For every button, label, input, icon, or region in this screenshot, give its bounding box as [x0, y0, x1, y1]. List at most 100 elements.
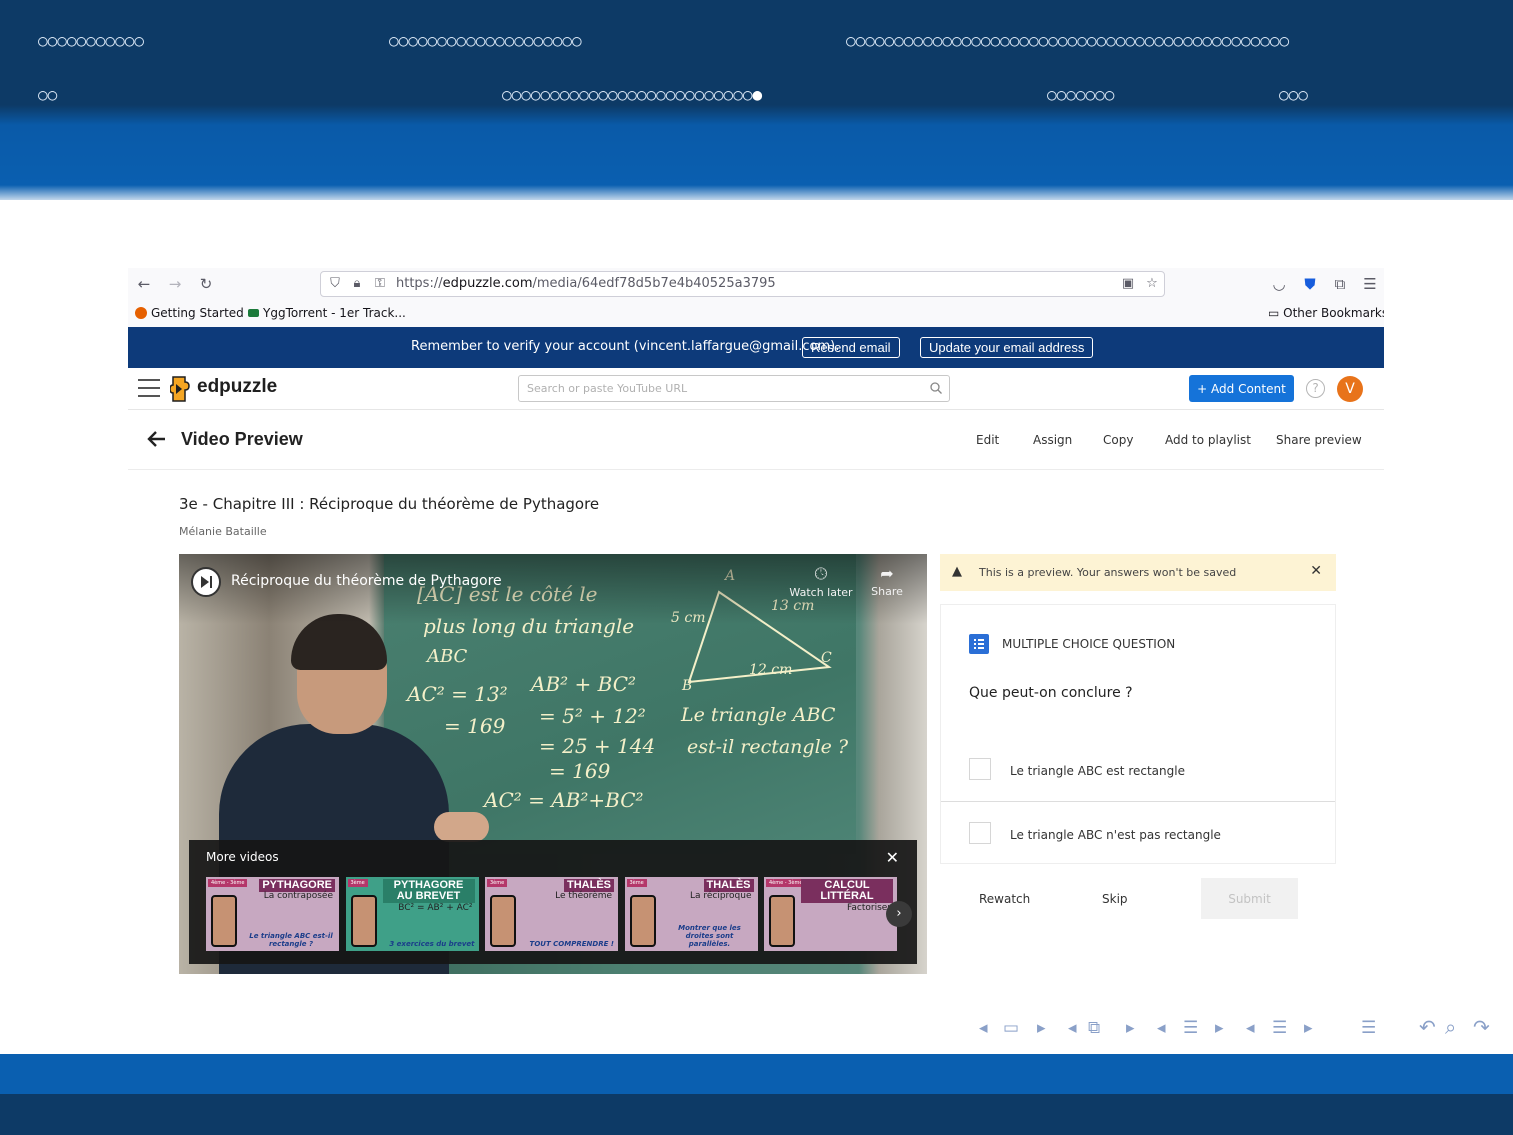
verify-message: Remember to verify your account (vincent… — [411, 339, 840, 354]
warning-icon: ▲ — [952, 564, 962, 579]
document-next-icon[interactable]: ▸ — [1304, 1018, 1313, 1038]
other-bookmarks[interactable]: ▭ Other Bookmarks — [1268, 306, 1384, 320]
rewatch-button[interactable]: Rewatch — [979, 892, 1030, 906]
subsection-next-icon[interactable]: ▸ — [1126, 1018, 1135, 1038]
browser-screenshot: ← → ↻ ⛉ 🔒︎ ⚿ https://edpuzzle.com/media/… — [128, 268, 1384, 980]
resend-email-button[interactable]: Resend email — [802, 337, 900, 358]
url-bar[interactable]: ⛉ 🔒︎ ⚿ https://edpuzzle.com/media/64edf7… — [320, 271, 1165, 297]
help-icon[interactable]: ? — [1306, 379, 1325, 398]
section-nav-dots[interactable]: ○○ — [38, 85, 57, 104]
video-thumbnail[interactable]: 3ème PYTHAGORE AU BREVET BC² = AB² + AC² 3 … — [345, 877, 479, 951]
permissions-icon[interactable]: ⚿ — [371, 275, 389, 293]
section-next-icon[interactable]: ▸ — [1215, 1018, 1224, 1038]
section-icon[interactable]: ☰ — [1183, 1018, 1198, 1038]
shield-icon[interactable]: ⛉ — [326, 275, 344, 293]
bitwarden-icon[interactable]: ⛊ — [1300, 274, 1320, 294]
channel-logo-icon[interactable] — [191, 567, 221, 597]
url-host: edpuzzle.com — [442, 276, 533, 291]
url-text[interactable]: https://edpuzzle.com/media/64edf78d5b7e4… — [396, 276, 776, 291]
thumbnail-subtitle: BC² = AB² + AC² — [398, 903, 473, 913]
slide-footer-band — [0, 1054, 1513, 1094]
reload-icon[interactable]: ↻ — [196, 274, 216, 294]
current-frame-dot[interactable]: ● — [752, 85, 762, 104]
search-box[interactable] — [518, 375, 950, 402]
subsection-icon[interactable]: ⧉ — [1088, 1018, 1100, 1038]
answer-option-label[interactable]: Le triangle ABC est rectangle — [1010, 764, 1185, 778]
youtube-video-title[interactable]: Réciproque du théorème de Pythagore — [231, 573, 502, 589]
share-preview-button[interactable]: Share preview — [1276, 433, 1362, 447]
document-icon[interactable]: ☰ — [1272, 1018, 1287, 1038]
share-button[interactable]: ➦ Share — [852, 564, 922, 598]
chevron-right-icon[interactable]: › — [886, 901, 912, 927]
menu-icon[interactable]: ☰ — [1360, 274, 1380, 294]
document-prev-icon[interactable]: ◂ — [1246, 1018, 1255, 1038]
pocket-icon[interactable]: ◡ — [1269, 274, 1289, 294]
bookmark-label: Getting Started — [151, 306, 244, 320]
phone-icon — [629, 895, 656, 947]
hamburger-menu-icon[interactable] — [138, 379, 160, 399]
back-icon[interactable]: ← — [134, 274, 154, 294]
submit-button[interactable]: Submit — [1201, 878, 1298, 919]
watch-later-button[interactable]: 🕓︎ Watch later — [786, 564, 856, 599]
forward-icon[interactable]: ↷ — [1473, 1015, 1490, 1039]
section-nav-dots[interactable]: ○○○○○○○○○○○○○○○○○○○○○○○○○○● — [502, 85, 762, 104]
back-arrow-icon[interactable] — [146, 428, 168, 450]
phone-icon — [350, 895, 377, 947]
answer-option-label[interactable]: Le triangle ABC n'est pas rectangle — [1010, 828, 1221, 842]
avatar[interactable]: V — [1337, 376, 1363, 402]
forward-icon[interactable]: → — [165, 274, 185, 294]
skip-button[interactable]: Skip — [1102, 892, 1128, 906]
thumbnail-subtitle: Factoriser — [847, 903, 891, 913]
assign-button[interactable]: Assign — [1033, 433, 1072, 447]
thumbnail-title: PYTHAGORE AU BREVET — [382, 879, 475, 903]
copy-button[interactable]: Copy — [1103, 433, 1133, 447]
frame-icon[interactable]: ▭ — [1003, 1018, 1019, 1038]
extensions-icon[interactable]: ⧉ — [1330, 274, 1350, 294]
video-author[interactable]: Mélanie Bataille — [179, 525, 267, 538]
section-nav-dots[interactable]: ○○○○○○○○○○○○○○○○○○○○○○○○○○○○○○○○○○○○○○○○… — [846, 31, 1289, 50]
section-nav-dots[interactable]: ○○○○○○○○○○○○○○○○○○○○ — [389, 31, 582, 50]
toc-icon[interactable]: ☰ — [1361, 1018, 1376, 1038]
video-player[interactable]: [AC] est le côté le plus long du triangl… — [179, 554, 927, 974]
section-nav-dots[interactable]: ○○○ — [1279, 85, 1308, 104]
frame-next-icon[interactable]: ▸ — [1037, 1018, 1046, 1038]
bookmark-star-icon[interactable]: ☆ — [1143, 275, 1161, 293]
edit-button[interactable]: Edit — [976, 433, 999, 447]
lock-icon[interactable]: 🔒︎ — [348, 275, 366, 293]
video-thumbnail[interactable]: 3ème THALÈS Le théorème TOUT COMPRENDRE ! — [485, 877, 618, 951]
video-thumbnail[interactable]: 3ème THALÈS La réciproque Montrer que les d… — [624, 877, 758, 951]
close-icon[interactable]: ✕ — [886, 848, 899, 867]
thumbnail-subtitle: La contraposée — [263, 891, 333, 901]
chalk-writing: = 25 + 144 — [539, 734, 656, 758]
update-email-button[interactable]: Update your email address — [920, 337, 1094, 358]
phone-icon — [769, 895, 795, 947]
add-to-playlist-button[interactable]: Add to playlist — [1165, 433, 1251, 447]
video-thumbnail[interactable]: 4ème - 3ème CALCUL LITTÉRAL Factoriser — [764, 877, 897, 951]
section-nav-dots-seen[interactable]: ○○○○○○○○○○○○○○○○○○○○○○○○○○ — [502, 85, 752, 104]
answer-checkbox[interactable] — [969, 822, 991, 844]
bookmark-getting-started[interactable]: Getting Started — [135, 306, 244, 320]
search-input[interactable] — [527, 379, 917, 398]
thumbnail-subtitle: Le théorème — [555, 891, 612, 901]
close-icon[interactable]: ✕ — [1310, 563, 1322, 579]
answer-option[interactable]: Le triangle ABC est rectangle — [941, 739, 1335, 801]
back-icon[interactable]: ↶ — [1419, 1015, 1436, 1039]
section-nav-dots[interactable]: ○○○○○○○○○○○ — [38, 31, 144, 50]
bookmark-yggtorrent[interactable]: YggTorrent - 1er Track... — [248, 306, 406, 320]
other-bookmarks-label: Other Bookmarks — [1283, 306, 1384, 320]
beamer-navigation-symbols: ◂ ▭ ▸ ◂ ⧉ ▸ ◂ ☰ ▸ ◂ ☰ ▸ ☰ ↶ ⌕ ↷ — [975, 1015, 1505, 1044]
add-content-button[interactable]: + Add Content — [1189, 375, 1294, 402]
url-scheme: https:// — [396, 276, 443, 291]
thumbnail-badge: 3ème — [347, 879, 368, 887]
search-icon[interactable]: ⌕ — [1445, 1015, 1456, 1039]
frame-prev-icon[interactable]: ◂ — [979, 1018, 988, 1038]
section-prev-icon[interactable]: ◂ — [1157, 1018, 1166, 1038]
answer-option[interactable]: Le triangle ABC n'est pas rectangle — [941, 802, 1335, 864]
subsection-prev-icon[interactable]: ◂ — [1068, 1018, 1077, 1038]
search-icon[interactable] — [929, 381, 943, 395]
phone-icon — [211, 895, 237, 947]
section-nav-dots[interactable]: ○○○○○○○ — [1047, 85, 1114, 104]
answer-checkbox[interactable] — [969, 758, 991, 780]
video-thumbnail[interactable]: 4ème - 3ème PYTHAGORE La contraposée Le tri… — [206, 877, 339, 951]
reader-view-icon[interactable]: ▣ — [1119, 275, 1137, 293]
